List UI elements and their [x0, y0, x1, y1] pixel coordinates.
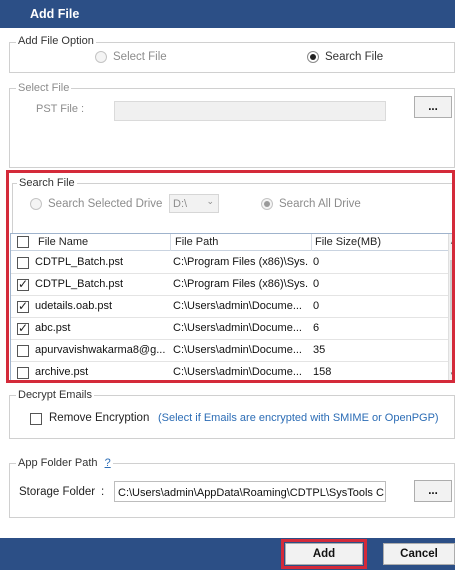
encryption-hint: (Select if Emails are encrypted with SMI… [158, 412, 439, 424]
remove-encryption-label: Remove Encryption [49, 412, 150, 424]
add-button[interactable]: Add [281, 539, 367, 569]
add-file-option-legend: Add File Option [16, 35, 96, 47]
title-bar: Add File [0, 0, 455, 28]
app-folder-legend-label: App Folder Path [18, 457, 98, 469]
select-file-group [9, 88, 455, 168]
storage-folder-input[interactable]: C:\Users\admin\AppData\Roaming\CDTPL\Sys… [114, 481, 386, 502]
storage-browse-button[interactable]: ... [414, 480, 452, 502]
remove-encryption-checkbox[interactable] [30, 413, 42, 425]
storage-folder-colon: : [101, 486, 105, 498]
cancel-button[interactable]: Cancel [383, 543, 455, 565]
decrypt-emails-legend: Decrypt Emails [16, 389, 94, 401]
search-file-option-label: Search File [325, 51, 384, 63]
pst-file-input[interactable] [114, 101, 386, 121]
pst-file-label: PST File : [36, 103, 85, 115]
storage-folder-label: Storage Folder [19, 486, 96, 498]
pst-browse-button[interactable]: ... [414, 96, 452, 118]
select-file-option[interactable]: Select File [95, 51, 167, 63]
app-folder-legend: App Folder Path ? [16, 457, 113, 469]
search-file-option[interactable]: Search File [307, 51, 383, 63]
select-file-legend: Select File [16, 82, 72, 94]
search-file-radio[interactable] [307, 51, 319, 63]
help-link[interactable]: ? [105, 457, 111, 469]
select-file-radio[interactable] [95, 51, 107, 63]
select-file-option-label: Select File [113, 51, 167, 63]
search-file-highlight [6, 170, 455, 383]
window-title: Add File [30, 7, 80, 21]
